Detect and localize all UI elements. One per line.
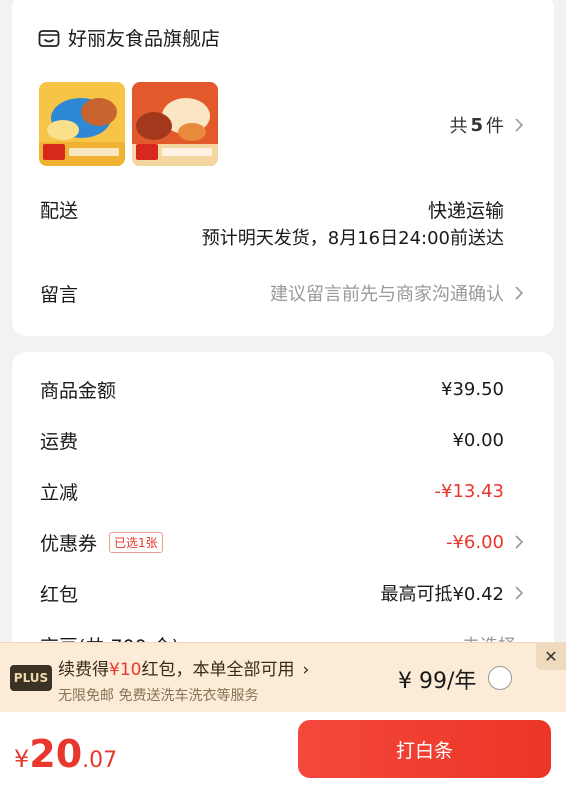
shipping-method: 快递运输 bbox=[427, 200, 504, 222]
item-count-suffix: 件 bbox=[486, 116, 504, 137]
shipping-label: 配送 bbox=[40, 200, 79, 222]
redpack-label: 红包 bbox=[40, 583, 79, 606]
store-name: 好丽友食品旗舰店 bbox=[68, 28, 221, 50]
goods-amount-label: 商品金额 bbox=[40, 379, 117, 402]
redpack-value-group: 最高可抵¥0.42 bbox=[380, 580, 524, 606]
redpack-value: 最高可抵¥0.42 bbox=[380, 584, 504, 605]
total-decimal: .07 bbox=[82, 748, 118, 773]
store-header[interactable]: 好丽友食品旗舰店 bbox=[38, 24, 220, 51]
message-input[interactable]: 建议留言前先与商家沟通确认 bbox=[270, 280, 524, 306]
plus-membership-banner[interactable]: PLUS 续费得¥10红包，本单全部可用 › 无限免邮 免费送洗车洗衣等服务 ¥ … bbox=[0, 642, 566, 712]
item-count-prefix: 共 bbox=[449, 116, 468, 137]
item-count[interactable]: 共 5 件 bbox=[449, 112, 524, 138]
store-icon bbox=[38, 28, 60, 48]
coupon-row[interactable]: 优惠券 已选1张 -¥6.00 bbox=[40, 527, 524, 557]
total-integer: 20 bbox=[29, 732, 83, 776]
plus-title-post: 红包，本单全部可用 bbox=[141, 660, 295, 680]
redpack-row[interactable]: 红包 最高可抵¥0.42 bbox=[40, 578, 524, 608]
product-thumbnail[interactable] bbox=[132, 82, 218, 166]
freight-row: 运费 ¥0.00 bbox=[40, 425, 524, 455]
discount-row: 立减 -¥13.43 bbox=[40, 476, 524, 506]
order-card: 好丽友食品旗舰店 共 5 件 配送 快递运输 预计明天发货，8月16日24:00… bbox=[12, 0, 554, 336]
plus-subtitle: 无限免邮 免费送洗车洗衣等服务 bbox=[58, 688, 259, 704]
coupon-selected-badge: 已选1张 bbox=[109, 531, 163, 553]
price-breakdown-card: 商品金额 ¥39.50 运费 ¥0.00 立减 -¥13.43 优惠券 已选1张… bbox=[12, 352, 554, 672]
goods-amount-row: 商品金额 ¥39.50 bbox=[40, 374, 524, 404]
plus-title: 续费得¥10红包，本单全部可用 › bbox=[58, 655, 309, 680]
chevron-right-icon bbox=[514, 585, 524, 601]
discount-label: 立减 bbox=[40, 481, 79, 504]
chevron-right-icon bbox=[514, 534, 524, 550]
message-placeholder: 建议留言前先与商家沟通确认 bbox=[270, 284, 504, 305]
product-thumbnail[interactable] bbox=[39, 82, 125, 166]
plus-select-radio[interactable] bbox=[488, 666, 512, 690]
coupon-value: -¥6.00 bbox=[445, 531, 504, 553]
shipping-eta: 预计明天发货，8月16日24:00前送达 bbox=[201, 228, 504, 249]
plus-title-pre: 续费得 bbox=[58, 660, 109, 680]
chevron-right-icon bbox=[514, 117, 524, 133]
plus-title-highlight: ¥10 bbox=[109, 660, 142, 680]
coupon-label: 优惠券 bbox=[40, 532, 98, 555]
total-currency: ¥ bbox=[14, 745, 30, 773]
chevron-right-icon: › bbox=[302, 660, 310, 680]
goods-amount-value: ¥39.50 bbox=[441, 378, 504, 400]
close-icon[interactable]: ✕ bbox=[536, 642, 566, 670]
chevron-right-icon bbox=[514, 285, 524, 301]
checkout-bar: ¥20.07 打白条 bbox=[0, 712, 566, 800]
item-count-value: 5 bbox=[470, 114, 483, 136]
discount-value: -¥13.43 bbox=[434, 480, 504, 502]
coupon-value-group: -¥6.00 bbox=[446, 532, 524, 553]
plus-price: ¥ 99/年 bbox=[398, 669, 477, 694]
message-label: 留言 bbox=[40, 284, 79, 306]
freight-value: ¥0.00 bbox=[452, 429, 504, 451]
total-amount: ¥20.07 bbox=[14, 732, 117, 776]
pay-button[interactable]: 打白条 bbox=[298, 720, 551, 778]
plus-logo: PLUS bbox=[10, 665, 52, 691]
freight-label: 运费 bbox=[40, 430, 79, 453]
